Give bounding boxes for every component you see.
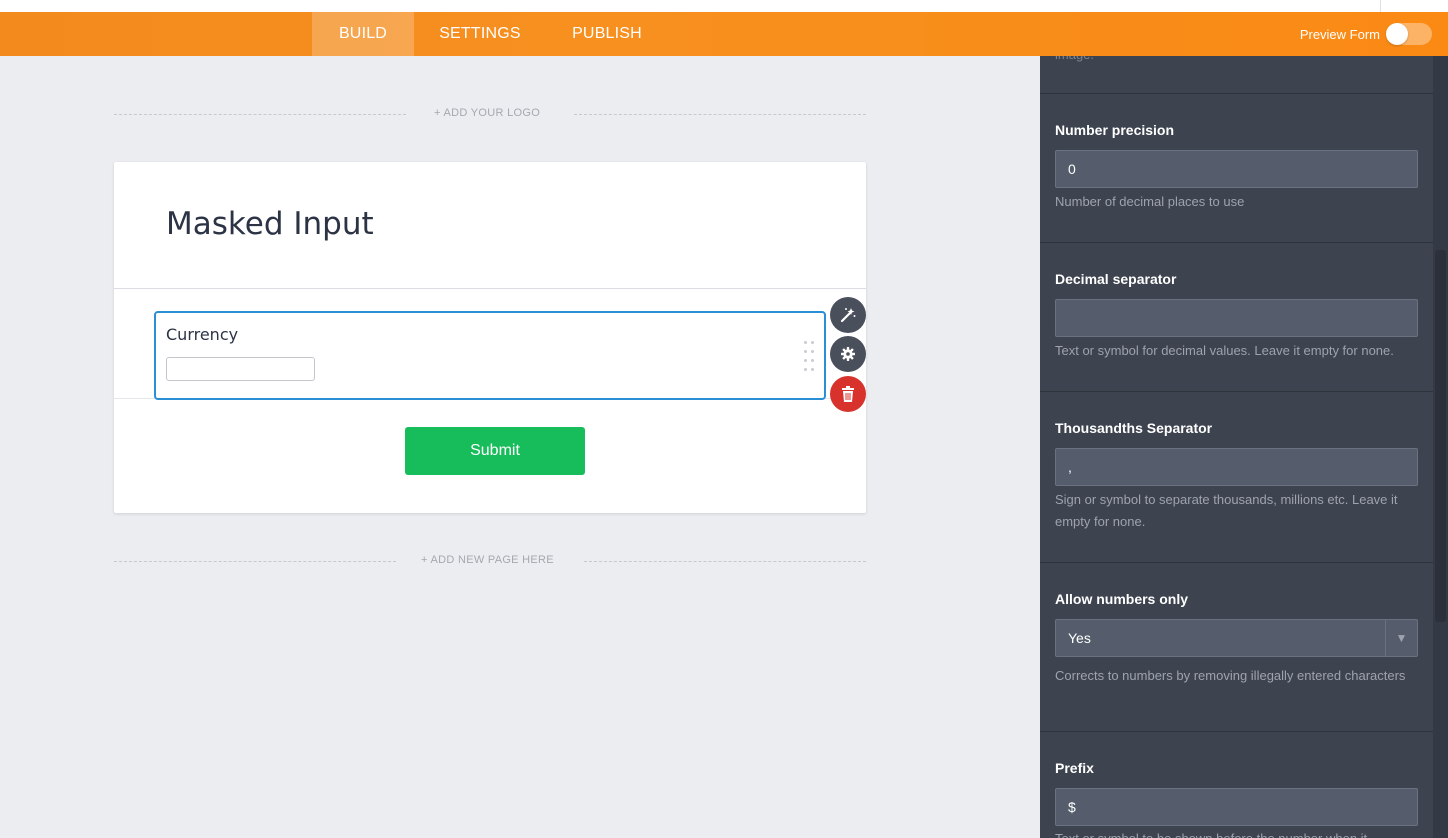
panel-section-prefix: Prefix $ Text or symbol to be shown befo… [1040,732,1433,838]
decimal-separator-input[interactable] [1055,299,1418,337]
panel-section-partial: image. [1040,56,1433,94]
preview-form-control: Preview Form [1300,12,1432,56]
add-page-row: + ADD NEW PAGE HERE [114,554,866,568]
top-strip-divider [1380,0,1381,12]
form-card: Masked Input Currency Submit [114,162,866,513]
number-precision-input[interactable]: 0 [1055,150,1418,188]
trash-icon[interactable] [830,376,866,412]
field-label[interactable]: Currency [166,325,238,344]
decimal-separator-title: Decimal separator [1055,271,1177,287]
properties-panel: image. Number precision 0 Number of deci… [1040,56,1448,838]
panel-section-decimal-separator: Decimal separator Text or symbol for dec… [1040,243,1433,392]
card-divider [114,288,866,289]
prefix-title: Prefix [1055,760,1094,776]
drag-handle-icon[interactable] [804,341,818,371]
submit-button[interactable]: Submit [405,427,585,475]
add-new-page-link[interactable]: + ADD NEW PAGE HERE [421,554,554,566]
panel-section-thousands-separator: Thousandths Separator , Sign or symbol t… [1040,392,1433,563]
dashed-line [574,114,866,115]
prefix-input[interactable]: $ [1055,788,1418,826]
number-precision-help: Number of decimal places to use [1055,194,1245,209]
dashed-line [114,114,406,115]
panel-section-allow-numbers: Allow numbers only Yes ▼ Corrects to num… [1040,563,1433,732]
gear-icon[interactable] [830,336,866,372]
browser-top-strip [0,0,1448,12]
allow-numbers-title: Allow numbers only [1055,591,1189,607]
form-title[interactable]: Masked Input [166,206,374,242]
tab-settings[interactable]: SETTINGS [424,12,536,56]
magic-wand-icon[interactable] [830,297,866,333]
dashed-line [584,561,866,562]
currency-input[interactable] [166,357,315,381]
currency-field-selected[interactable]: Currency [154,311,826,400]
add-logo-row: + ADD YOUR LOGO [114,107,866,121]
panel-scrollbar[interactable] [1433,56,1448,838]
preview-form-label: Preview Form [1299,26,1380,42]
panel-section-number-precision: Number precision 0 Number of decimal pla… [1040,94,1433,243]
prefix-help: Text or symbol to be shown before the nu… [1055,828,1425,838]
allow-numbers-value: Yes [1068,630,1091,646]
thousands-separator-title: Thousandths Separator [1055,420,1213,436]
number-precision-title: Number precision [1055,122,1175,138]
dashed-line [114,561,396,562]
add-logo-link[interactable]: + ADD YOUR LOGO [434,107,540,119]
tab-publish[interactable]: PUBLISH [556,12,658,56]
chevron-down-icon: ▼ [1385,620,1417,656]
scrollbar-thumb[interactable] [1435,250,1446,622]
allow-numbers-help: Corrects to numbers by removing illegall… [1055,668,1406,683]
thousands-separator-help: Sign or symbol to separate thousands, mi… [1055,492,1398,529]
top-navbar: BUILD SETTINGS PUBLISH Preview Form [0,12,1448,56]
partial-help-text: image. [1055,56,1425,66]
preview-form-toggle[interactable] [1386,23,1432,45]
toggle-knob [1386,23,1408,45]
decimal-separator-help: Text or symbol for decimal values. Leave… [1055,343,1394,358]
thousands-separator-input[interactable]: , [1055,448,1418,486]
allow-numbers-select[interactable]: Yes ▼ [1055,619,1418,657]
tab-build[interactable]: BUILD [312,12,414,56]
